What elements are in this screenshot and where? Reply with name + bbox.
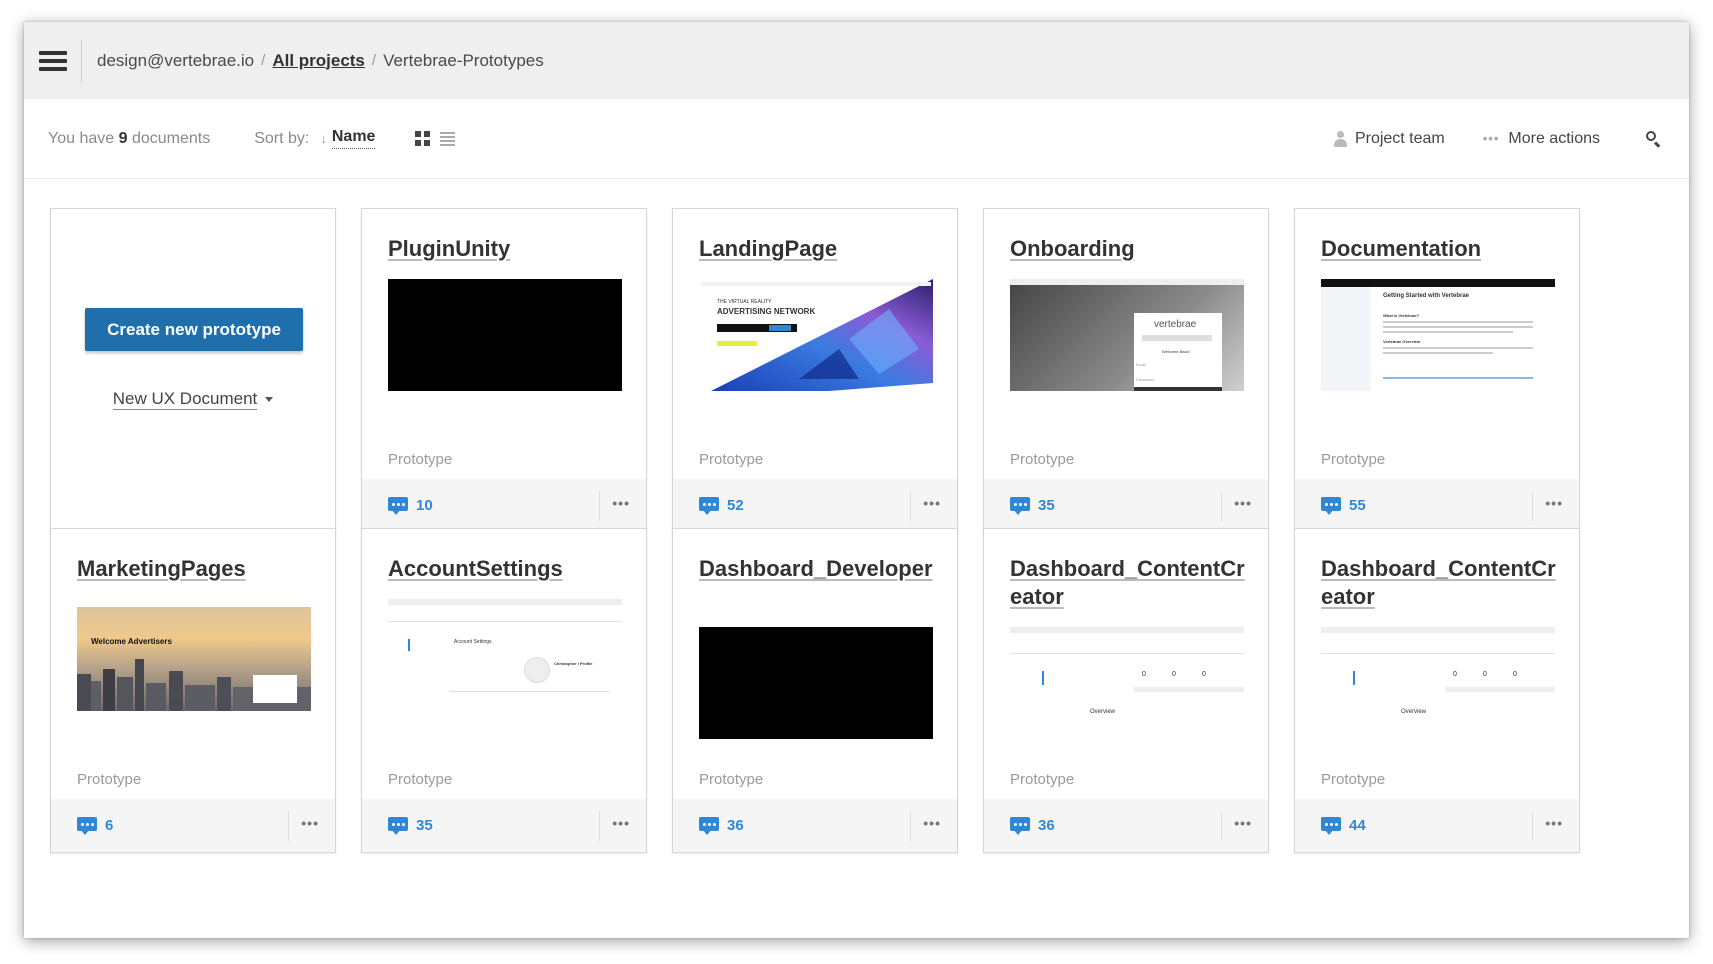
card-thumbnail[interactable]: Welcome Advertisers	[77, 599, 311, 711]
card-type: Prototype	[388, 451, 453, 468]
card-thumbnail[interactable]: vertebrae Welcome Back! Email Password	[1010, 279, 1244, 391]
app-window: design@vertebrae.io / All projects / Ver…	[24, 22, 1689, 938]
comments-count[interactable]: 52	[699, 496, 744, 515]
card-type: Prototype	[1010, 771, 1075, 788]
breadcrumb-separator: /	[371, 52, 377, 69]
comments-count[interactable]: 55	[1321, 496, 1366, 515]
menu-icon[interactable]	[39, 50, 67, 71]
card-type: Prototype	[699, 451, 764, 468]
caret-down-icon	[265, 397, 274, 403]
create-prototype-button[interactable]: Create new prototype	[85, 308, 303, 351]
card-menu-icon[interactable]: •••	[1234, 495, 1252, 511]
card-type: Prototype	[1321, 451, 1386, 468]
card-menu-icon[interactable]: •••	[612, 495, 630, 511]
document-card[interactable]: PluginUnity Prototype 10 •••	[361, 208, 647, 533]
card-footer: 44 •••	[1295, 799, 1579, 852]
breadcrumb-separator: /	[261, 52, 266, 69]
card-type: Prototype	[1321, 771, 1386, 788]
comment-icon	[1010, 496, 1030, 515]
comment-icon	[699, 496, 719, 515]
document-card[interactable]: Dashboard_ContentCreator 0 0 0 Overview …	[1294, 528, 1580, 853]
card-menu-icon[interactable]: •••	[923, 495, 941, 511]
document-card[interactable]: AccountSettings Account Settings Christo…	[361, 528, 647, 853]
card-title[interactable]: LandingPage	[699, 235, 937, 263]
comments-count[interactable]: 44	[1321, 816, 1366, 835]
comment-icon	[77, 816, 97, 835]
grid-view-icon[interactable]	[415, 131, 431, 146]
document-card[interactable]: Dashboard_ContentCreator 0 0 0 Overview …	[983, 528, 1269, 853]
card-title[interactable]: Documentation	[1321, 235, 1559, 263]
more-icon: •••	[1482, 131, 1500, 146]
document-card[interactable]: Onboarding vertebrae Welcome Back! Email…	[983, 208, 1269, 533]
document-card[interactable]: Dashboard_Developer Prototype 36 •••	[672, 528, 958, 853]
toolbar: You have 9 documents Sort by: ↓ Name Pro…	[24, 99, 1689, 179]
card-title[interactable]: Dashboard_Developer	[699, 555, 937, 583]
card-title[interactable]: AccountSettings	[388, 555, 626, 583]
card-footer: 35 •••	[984, 479, 1268, 532]
person-icon	[1333, 130, 1347, 147]
new-ux-document-dropdown[interactable]: New UX Document	[51, 389, 335, 410]
card-footer: 52 •••	[673, 479, 957, 532]
card-type: Prototype	[1010, 451, 1075, 468]
card-title[interactable]: PluginUnity	[388, 235, 626, 263]
card-footer: 6 •••	[51, 799, 335, 852]
document-count: You have 9 documents	[48, 129, 211, 147]
sort-direction-icon[interactable]: ↓	[320, 131, 327, 146]
document-card[interactable]: MarketingPages Welcome Advertisers Proto…	[50, 528, 336, 853]
card-menu-icon[interactable]: •••	[1234, 815, 1252, 831]
card-thumbnail[interactable]: 0 0 0 Overview	[1321, 627, 1555, 739]
card-footer: 36 •••	[984, 799, 1268, 852]
card-menu-icon[interactable]: •••	[301, 815, 319, 831]
card-title[interactable]: MarketingPages	[77, 555, 315, 583]
comments-count[interactable]: 36	[699, 816, 744, 835]
comment-icon	[1321, 496, 1341, 515]
comments-count[interactable]: 35	[1010, 496, 1055, 515]
comments-count[interactable]: 10	[388, 496, 433, 515]
sort-label: Sort by:	[254, 129, 310, 147]
account-email: design@vertebrae.io	[97, 50, 255, 70]
comment-icon	[388, 816, 408, 835]
card-footer: 55 •••	[1295, 479, 1579, 532]
document-card[interactable]: LandingPage THE VIRTUAL REALITY ADVERTIS…	[672, 208, 958, 533]
sort-by-dropdown[interactable]: Name	[331, 128, 376, 149]
card-thumbnail[interactable]	[388, 279, 622, 391]
comments-count[interactable]: 35	[388, 816, 433, 835]
card-footer: 35 •••	[362, 799, 646, 852]
card-thumbnail[interactable]: THE VIRTUAL REALITY ADVERTISING NETWORK	[699, 279, 933, 391]
all-projects-link[interactable]: All projects	[272, 51, 365, 71]
card-menu-icon[interactable]: •••	[923, 815, 941, 831]
document-card[interactable]: Documentation Getting Started with Verte…	[1294, 208, 1580, 533]
comments-count[interactable]: 36	[1010, 816, 1055, 835]
card-title[interactable]: Dashboard_ContentCreator	[1010, 555, 1248, 611]
comment-icon	[388, 496, 408, 515]
card-footer: 10 •••	[362, 479, 646, 532]
list-view-icon[interactable]	[440, 131, 456, 146]
card-thumbnail[interactable]: Account Settings Christopher / Profile	[388, 599, 622, 711]
card-title[interactable]: Onboarding	[1010, 235, 1248, 263]
comments-count[interactable]: 6	[77, 816, 113, 835]
card-thumbnail[interactable]: Getting Started with Vertebrae What is V…	[1321, 279, 1555, 391]
project-team-button[interactable]: Project team	[1333, 130, 1445, 148]
card-type: Prototype	[388, 771, 453, 788]
card-menu-icon[interactable]: •••	[1545, 815, 1563, 831]
card-footer: 36 •••	[673, 799, 957, 852]
comment-icon	[1321, 816, 1341, 835]
card-type: Prototype	[77, 771, 142, 788]
card-menu-icon[interactable]: •••	[612, 815, 630, 831]
card-type: Prototype	[699, 771, 764, 788]
search-icon[interactable]	[1645, 130, 1663, 148]
card-thumbnail[interactable]	[699, 627, 933, 739]
card-title[interactable]: Dashboard_ContentCreator	[1321, 555, 1559, 611]
card-thumbnail[interactable]: 0 0 0 Overview	[1010, 627, 1244, 739]
current-project: Vertebrae-Prototypes	[383, 50, 544, 70]
comment-icon	[1010, 816, 1030, 835]
more-actions-button[interactable]: ••• More actions	[1483, 130, 1600, 148]
comment-icon	[699, 816, 719, 835]
breadcrumb: design@vertebrae.io / All projects / Ver…	[97, 51, 544, 71]
top-bar: design@vertebrae.io / All projects / Ver…	[24, 22, 1689, 99]
card-menu-icon[interactable]: •••	[1545, 495, 1563, 511]
divider	[81, 38, 82, 83]
create-card: Create new prototype New UX Document	[50, 208, 336, 533]
